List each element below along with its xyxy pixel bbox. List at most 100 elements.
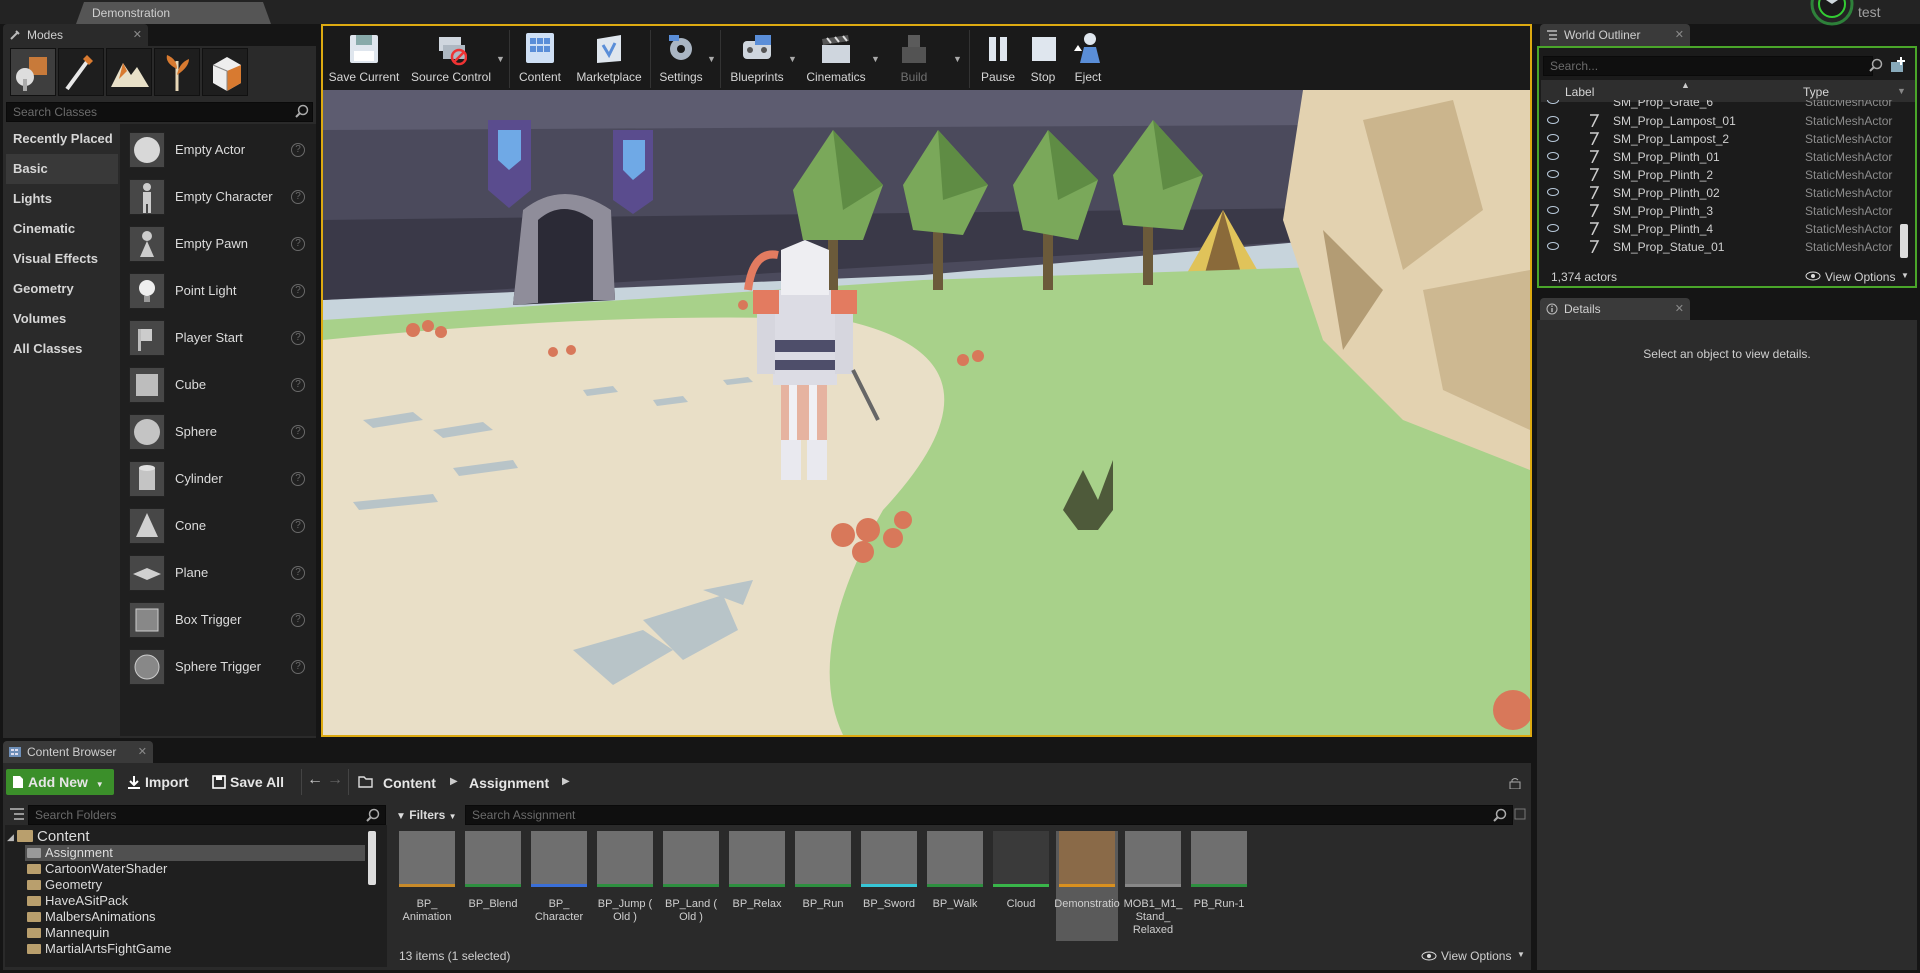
- help-icon[interactable]: ?: [291, 613, 305, 627]
- visibility-eye-icon[interactable]: [1547, 224, 1559, 232]
- help-icon[interactable]: ?: [291, 190, 305, 204]
- chevron-down-icon[interactable]: ▼: [1897, 86, 1906, 96]
- help-icon[interactable]: ?: [291, 660, 305, 674]
- table-row[interactable]: SM_Prop_Plinth_2 StaticMeshActor: [1541, 166, 1915, 184]
- stop-button[interactable]: Stop: [1023, 31, 1063, 89]
- table-row[interactable]: SM_Prop_Lampost_01 StaticMeshActor: [1541, 112, 1915, 130]
- search-icon[interactable]: [366, 808, 380, 822]
- marketplace-button[interactable]: Marketplace: [574, 31, 644, 89]
- chevron-down-icon[interactable]: ▼: [707, 54, 716, 64]
- table-row[interactable]: SM_Prop_Plinth_02 StaticMeshActor: [1541, 184, 1915, 202]
- table-row[interactable]: SM_Prop_Plinth_01 StaticMeshActor: [1541, 148, 1915, 166]
- list-item[interactable]: Cone?: [123, 502, 313, 549]
- source-control-button[interactable]: Source Control: [409, 31, 493, 89]
- content-button[interactable]: Content: [515, 31, 565, 89]
- chevron-down-icon[interactable]: ▼: [871, 54, 880, 64]
- category-all-classes[interactable]: All Classes: [6, 334, 118, 364]
- folder-open-icon[interactable]: [358, 775, 374, 788]
- chevron-down-icon[interactable]: ▼: [953, 54, 962, 64]
- breadcrumb-content[interactable]: Content: [383, 775, 436, 791]
- search-icon[interactable]: [1869, 58, 1883, 72]
- list-item[interactable]: Plane?: [123, 549, 313, 596]
- table-row[interactable]: SM_Prop_Plinth_4 StaticMeshActor: [1541, 220, 1915, 238]
- category-geometry[interactable]: Geometry: [6, 274, 118, 304]
- help-icon[interactable]: ?: [291, 425, 305, 439]
- visibility-eye-icon[interactable]: [1547, 134, 1559, 142]
- add-actor-icon[interactable]: [1889, 56, 1907, 74]
- place-mode-icon[interactable]: [10, 48, 56, 96]
- search-icon[interactable]: [1493, 808, 1507, 822]
- asset-tile[interactable]: BP_Relax: [726, 831, 788, 941]
- search-classes-input[interactable]: Search Classes: [6, 102, 313, 122]
- user-area[interactable]: test: [1810, 0, 1920, 26]
- column-type-header[interactable]: Type: [1803, 85, 1829, 99]
- help-icon[interactable]: ?: [291, 143, 305, 157]
- outliner-search-input[interactable]: Search...: [1543, 56, 1873, 76]
- save-all-button[interactable]: Save All: [208, 769, 294, 795]
- asset-tile[interactable]: Demonstratio: [1054, 831, 1120, 941]
- document-tab[interactable]: Demonstration: [76, 2, 271, 24]
- category-cinematic[interactable]: Cinematic: [6, 214, 118, 244]
- search-icon[interactable]: [295, 104, 309, 118]
- category-visual-effects[interactable]: Visual Effects: [6, 244, 118, 274]
- visibility-eye-icon[interactable]: [1547, 100, 1559, 104]
- scrollbar-thumb[interactable]: [368, 831, 376, 885]
- search-folders-input[interactable]: Search Folders: [28, 805, 386, 825]
- build-button[interactable]: Build: [889, 31, 939, 89]
- breadcrumb-separator-icon[interactable]: ▶: [450, 776, 458, 787]
- category-volumes[interactable]: Volumes: [6, 304, 118, 334]
- list-item[interactable]: Sphere?: [123, 408, 313, 455]
- tab-content-browser[interactable]: Content Browser ✕: [3, 741, 153, 763]
- tab-modes[interactable]: Modes ✕: [3, 24, 148, 46]
- asset-tile[interactable]: BP_Jump ( Old ): [594, 831, 656, 941]
- content-view-options[interactable]: View Options ▼: [1421, 948, 1527, 964]
- help-icon[interactable]: ?: [291, 519, 305, 533]
- list-item[interactable]: Point Light?: [123, 267, 313, 314]
- back-arrow-icon[interactable]: ←: [307, 771, 323, 789]
- list-item[interactable]: Box Trigger?: [123, 596, 313, 643]
- list-item[interactable]: Empty Actor?: [123, 126, 313, 173]
- level-viewport[interactable]: [321, 90, 1532, 737]
- visibility-eye-icon[interactable]: [1547, 242, 1559, 250]
- close-icon[interactable]: ✕: [138, 741, 147, 763]
- chevron-down-icon[interactable]: ▼: [496, 54, 505, 64]
- forward-arrow-icon[interactable]: →: [327, 771, 343, 789]
- asset-tile[interactable]: PB_Run-1: [1188, 831, 1250, 941]
- save-current-button[interactable]: Save Current: [328, 31, 400, 89]
- list-item[interactable]: Player Start?: [123, 314, 313, 361]
- settings-button[interactable]: Settings: [655, 31, 707, 89]
- expand-arrow-icon[interactable]: ◢: [7, 832, 14, 843]
- list-item[interactable]: Empty Character?: [123, 173, 313, 220]
- list-item[interactable]: Sphere Trigger?: [123, 643, 313, 690]
- asset-tile[interactable]: BP_ Character: [528, 831, 590, 941]
- table-row[interactable]: SM_Prop_Statue_01 StaticMeshActor: [1541, 238, 1915, 256]
- help-icon[interactable]: ?: [291, 472, 305, 486]
- asset-tile[interactable]: MOB1_M1_ Stand_ Relaxed: [1122, 831, 1184, 941]
- tab-world-outliner[interactable]: World Outliner ✕: [1540, 24, 1690, 46]
- folder-mannequin[interactable]: Mannequin: [27, 925, 109, 941]
- asset-tile[interactable]: BP_Land ( Old ): [660, 831, 722, 941]
- visibility-eye-icon[interactable]: [1547, 152, 1559, 160]
- save-search-icon[interactable]: [1514, 808, 1526, 820]
- asset-tile[interactable]: BP_Walk: [924, 831, 986, 941]
- close-icon[interactable]: ✕: [1675, 298, 1684, 320]
- category-basic[interactable]: Basic: [6, 154, 118, 184]
- filters-button[interactable]: ▼ Filters ▼: [396, 805, 462, 825]
- search-assets-input[interactable]: Search Assignment: [465, 805, 1513, 825]
- lock-icon[interactable]: [1509, 777, 1521, 789]
- asset-tile[interactable]: Cloud: [990, 831, 1052, 941]
- outliner-view-options[interactable]: View Options ▼: [1805, 268, 1911, 286]
- cinematics-button[interactable]: Cinematics: [805, 31, 867, 89]
- table-row[interactable]: SM_Prop_Lampost_2 StaticMeshActor: [1541, 130, 1915, 148]
- chevron-down-icon[interactable]: ▼: [788, 54, 797, 64]
- folder-have-a-sit-pack[interactable]: HaveASitPack: [27, 893, 128, 909]
- foliage-mode-icon[interactable]: [154, 48, 200, 96]
- table-row[interactable]: SM_Prop_Plinth_3 StaticMeshActor: [1541, 202, 1915, 220]
- close-icon[interactable]: ✕: [133, 24, 142, 46]
- folder-assignment[interactable]: Assignment: [27, 845, 113, 861]
- folder-martial-arts-fight-game[interactable]: MartialArtsFightGame: [27, 941, 171, 957]
- table-row[interactable]: SM_Prop_Grate_6 StaticMeshActor: [1541, 100, 1915, 112]
- tree-root-content[interactable]: Content: [17, 829, 90, 845]
- visibility-eye-icon[interactable]: [1547, 188, 1559, 196]
- tab-details[interactable]: Details ✕: [1540, 298, 1690, 320]
